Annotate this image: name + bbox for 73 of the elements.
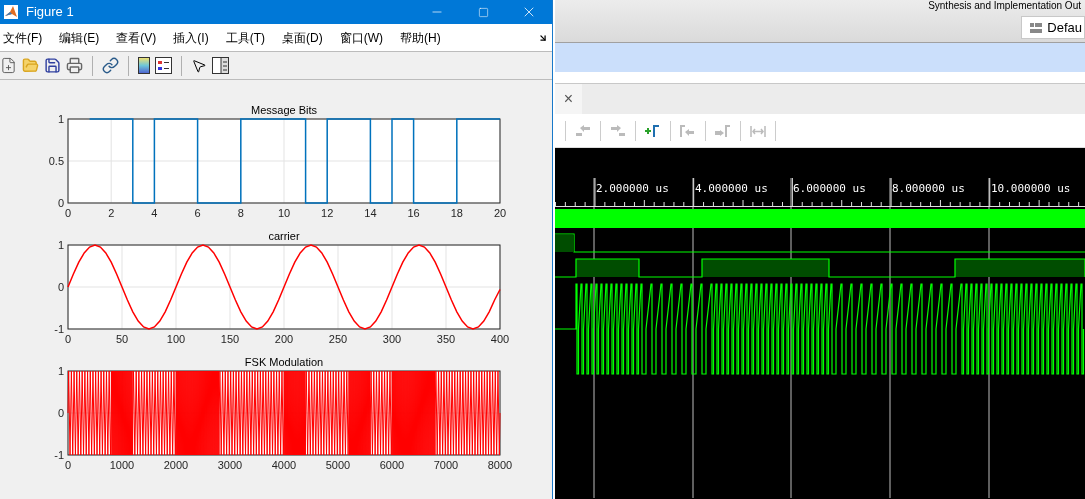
dock-icon[interactable] [538, 32, 548, 43]
tick-label: 50 [115, 333, 129, 345]
tick-label: 0 [64, 333, 72, 345]
time-label: 6.000000 us [793, 182, 866, 195]
maximize-icon [477, 6, 489, 18]
legend-icon[interactable] [155, 57, 172, 74]
add-marker-icon[interactable] [644, 123, 662, 138]
save-icon[interactable] [44, 57, 61, 74]
tick-label: 0.5 [48, 155, 64, 167]
menu-item[interactable]: 插入(I) [171, 28, 223, 47]
time-label: 4.000000 us [695, 182, 768, 195]
property-panel-icon[interactable] [212, 57, 229, 74]
tab-close-button[interactable]: × [555, 84, 582, 114]
tick-label: 200 [274, 333, 294, 345]
colorbar-icon[interactable] [138, 57, 150, 74]
tick-label: 0 [57, 407, 64, 419]
tick-label: 8000 [487, 459, 513, 471]
header-text: Synthesis and Implementation Out [928, 0, 1082, 11]
new-file-icon[interactable] [0, 57, 17, 74]
tick-label: 16 [407, 207, 420, 219]
axes-title: FSK Modulation [244, 356, 324, 368]
tick-label: 20 [493, 207, 507, 219]
tick-label: 1 [57, 365, 64, 377]
axes-title: Message Bits [251, 104, 317, 116]
tick-label: 0 [64, 207, 72, 219]
axes-title: carrier [268, 230, 300, 242]
link-icon[interactable] [102, 57, 119, 74]
tick-label: 12 [321, 207, 334, 219]
menu-item[interactable]: 查看(V) [114, 28, 171, 47]
marker-right-icon[interactable] [714, 123, 732, 138]
tick-label: 300 [382, 333, 402, 345]
tick-label: 10 [277, 207, 291, 219]
tick-label: 1 [57, 113, 64, 125]
tick-label: 18 [450, 207, 463, 219]
tick-label: 0 [57, 281, 64, 293]
app-logo-icon [4, 5, 18, 19]
menu-item[interactable]: 编辑(E) [57, 28, 114, 47]
pointer-icon[interactable] [191, 57, 207, 74]
tick-label: 400 [490, 333, 510, 345]
time-label: 8.000000 us [892, 182, 965, 195]
tick-label: 0 [64, 459, 72, 471]
tick-label: 1000 [109, 459, 135, 471]
tick-label: 2 [108, 207, 115, 219]
tick-label: 5000 [325, 459, 351, 471]
tick-label: 100 [166, 333, 186, 345]
menu-item[interactable]: 帮助(H) [398, 28, 455, 47]
tick-label: 14 [364, 207, 377, 219]
tick-label: 1 [57, 239, 64, 251]
tick-label: 6 [194, 207, 201, 219]
tick-label: 350 [436, 333, 456, 345]
layout-icon [1030, 22, 1043, 33]
tick-label: 4000 [271, 459, 297, 471]
tick-label: -1 [54, 449, 64, 461]
tick-label: 6000 [379, 459, 405, 471]
window-title: Figure 1 [26, 3, 74, 22]
time-label: 2.000000 us [596, 182, 669, 195]
tick-label: 2000 [163, 459, 189, 471]
marker-left-icon[interactable] [679, 123, 697, 138]
tick-label: -1 [54, 323, 64, 335]
tick-label: 3000 [217, 459, 243, 471]
tick-label: 4 [151, 207, 158, 219]
tick-label: 250 [328, 333, 348, 345]
tick-label: 150 [220, 333, 240, 345]
menu-item[interactable]: 工具(T) [223, 28, 279, 47]
time-label: 10.000000 us [991, 182, 1071, 195]
menu-item[interactable]: 桌面(D) [280, 28, 337, 47]
menu-item[interactable]: 窗口(W) [337, 28, 397, 47]
layout-button[interactable]: Defau [1021, 16, 1085, 39]
tick-label: 7000 [433, 459, 459, 471]
tick-label: 0 [57, 197, 64, 209]
menu-item[interactable]: 文件(F) [1, 28, 57, 47]
tick-label: 8 [237, 207, 244, 219]
print-icon[interactable] [66, 57, 83, 74]
